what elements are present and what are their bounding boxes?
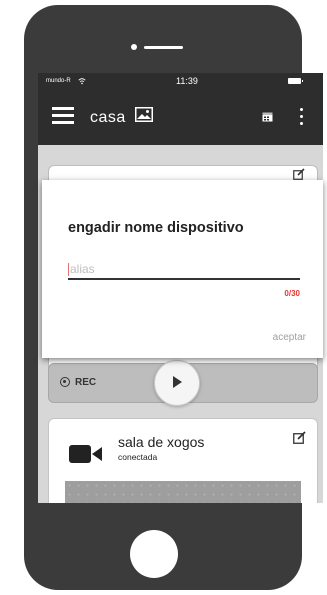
add-device-name-dialog: engadir nome dispositivo 0/30 aceptar	[42, 180, 323, 358]
battery-icon	[288, 78, 303, 84]
record-icon	[60, 377, 70, 387]
edit-icon[interactable]	[293, 431, 306, 444]
status-time: 11:39	[176, 76, 198, 86]
edit-icon[interactable]	[293, 168, 305, 180]
status-bar: mundo-R 11:39	[38, 73, 323, 90]
speaker-grille	[144, 46, 183, 49]
carrier-name: mundo-R	[46, 78, 71, 84]
app-bar: casa	[38, 90, 323, 145]
camera-dot	[131, 44, 137, 50]
text-cursor	[68, 263, 69, 276]
play-icon	[173, 376, 182, 388]
app-title: casa	[90, 109, 126, 126]
menu-icon[interactable]	[52, 107, 74, 124]
wifi-icon	[78, 78, 86, 85]
character-counter: 0/30	[284, 289, 300, 298]
play-button[interactable]	[154, 360, 200, 406]
camera-preview[interactable]	[65, 481, 301, 503]
home-button[interactable]	[130, 530, 178, 578]
calendar-icon[interactable]	[262, 111, 273, 122]
alias-input[interactable]	[68, 260, 300, 280]
device-name: sala de xogos	[118, 434, 205, 450]
device-status: conectada	[118, 452, 158, 462]
image-icon[interactable]	[135, 107, 153, 122]
device-card[interactable]: sala de xogos conectada	[48, 418, 318, 503]
dialog-title: engadir nome dispositivo	[68, 220, 244, 236]
video-camera-icon	[69, 445, 102, 463]
accept-button[interactable]: aceptar	[262, 332, 306, 343]
rec-button[interactable]: REC	[60, 375, 96, 389]
more-options-icon[interactable]	[300, 108, 304, 126]
rec-label: REC	[75, 376, 97, 388]
